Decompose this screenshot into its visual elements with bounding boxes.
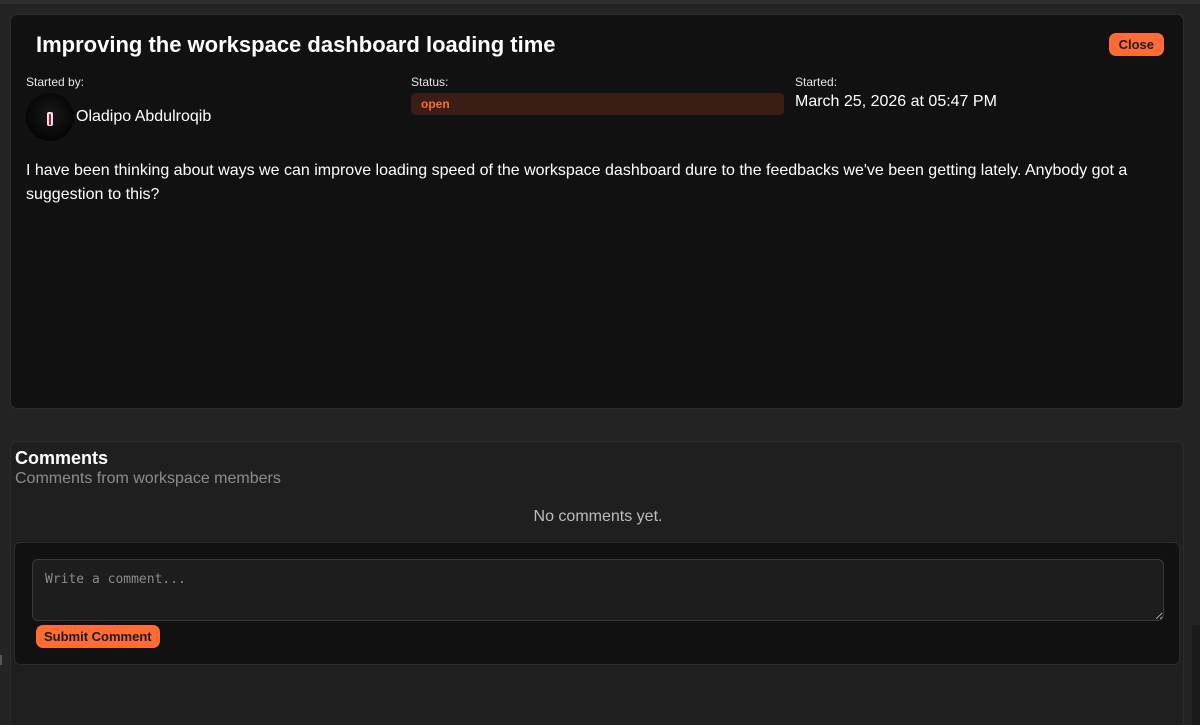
comment-input[interactable] (32, 559, 1164, 621)
author: Oladipo Abdulroqib (26, 93, 211, 141)
status-label: Status: (411, 75, 449, 89)
left-edge-marker (0, 655, 2, 665)
started-date: March 25, 2026 at 05:47 PM (795, 93, 997, 110)
started-label: Started: (795, 75, 838, 89)
comments-panel: Comments Comments from workspace members… (10, 441, 1184, 725)
comments-subtitle: Comments from workspace members (15, 470, 281, 487)
submit-comment-button[interactable]: Submit Comment (36, 625, 160, 648)
right-edge (1192, 625, 1200, 725)
top-edge (0, 0, 1200, 4)
discussion-title: Improving the workspace dashboard loadin… (36, 32, 556, 57)
comments-title: Comments (15, 448, 109, 468)
comment-form: Submit Comment (14, 542, 1180, 665)
user-avatar-icon (26, 93, 74, 141)
author-name: Oladipo Abdulroqib (76, 108, 212, 125)
close-button[interactable]: Close (1108, 33, 1164, 56)
page: Improving the workspace dashboard loadin… (0, 0, 1200, 725)
discussion-card: Improving the workspace dashboard loadin… (10, 14, 1184, 409)
no-comments-text: No comments yet. (533, 508, 663, 525)
status-badge: open (411, 93, 784, 115)
started-by-label: Started by: (26, 75, 85, 89)
discussion-body: I have been thinking about ways we can i… (26, 162, 1128, 203)
